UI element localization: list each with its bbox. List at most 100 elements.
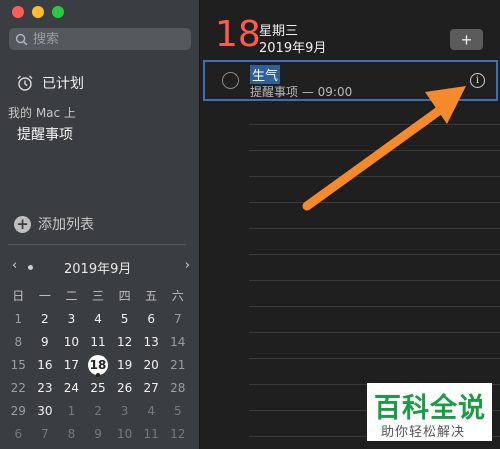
calendar-day-label: 7 xyxy=(173,311,182,326)
calendar-day[interactable]: 4 xyxy=(85,312,112,326)
calendar-day-label: 25 xyxy=(90,380,106,395)
reminder-title[interactable]: 生气 xyxy=(250,65,281,84)
weekday-header: 一 xyxy=(38,289,51,303)
calendar-day-label: 22 xyxy=(10,380,26,395)
calendar-day[interactable]: 11 xyxy=(85,335,112,349)
empty-row-line xyxy=(249,150,500,151)
calendar-day[interactable]: 13 xyxy=(138,335,165,349)
calendar-day[interactable]: 5 xyxy=(111,312,138,326)
calendar-day[interactable]: 4 xyxy=(138,404,165,418)
minimize-window-button[interactable] xyxy=(32,6,44,18)
calendar-day-label: 11 xyxy=(90,334,106,349)
empty-row-line xyxy=(249,358,500,359)
calendar-day[interactable]: 1 xyxy=(5,312,32,326)
calendar-day[interactable]: 5 xyxy=(164,404,191,418)
close-window-button[interactable] xyxy=(12,6,24,18)
calendar-day[interactable]: 15 xyxy=(5,358,32,372)
sidebar-item-reminders[interactable]: 提醒事项 xyxy=(17,124,73,144)
calendar-week-row: 22 23 24 25 26 27 28 xyxy=(5,376,191,399)
search-icon xyxy=(15,33,28,45)
calendar-week-row: 15 16 17 18 19 20 21 xyxy=(5,353,191,377)
calendar-day-label: 4 xyxy=(147,403,155,418)
calendar-day[interactable]: 23 xyxy=(32,381,59,395)
calendar-day-label: 12 xyxy=(116,334,133,349)
calendar-day-label: 3 xyxy=(67,311,76,326)
calendar-day-label: 6 xyxy=(147,311,155,326)
zoom-window-button[interactable] xyxy=(52,6,64,18)
calendar-day[interactable]: 9 xyxy=(85,427,112,441)
calendar-day[interactable]: 16 xyxy=(32,358,59,372)
calendar-day-label: 9 xyxy=(94,426,102,441)
calendar-day[interactable]: 28 xyxy=(164,381,191,395)
calendar-day[interactable]: 2 xyxy=(85,404,112,418)
calendar-day[interactable]: 18 xyxy=(85,354,112,377)
day-number: 18 xyxy=(215,14,261,55)
calendar-day-label: 4 xyxy=(94,311,102,326)
mini-calendar: 日一二三四五六 1 2 3 4 5 6 7 8 9 10 11 12 13 14 15 16 17 18 19 20 21… xyxy=(5,284,191,445)
calendar-week-row: 29 30 1 2 3 4 5 xyxy=(5,399,191,422)
sidebar-item-scheduled[interactable]: 已计划 xyxy=(16,73,84,93)
calendar-day[interactable]: 14 xyxy=(164,335,191,349)
watermark-subtitle: 助你轻松解决 xyxy=(381,425,466,440)
calendar-day[interactable]: 11 xyxy=(138,427,165,441)
calendar-day[interactable]: 21 xyxy=(164,358,191,372)
info-icon[interactable]: i xyxy=(470,73,485,88)
calendar-day[interactable]: 1 xyxy=(58,404,85,418)
calendar-day[interactable]: 26 xyxy=(111,381,138,395)
search-box[interactable] xyxy=(9,28,191,50)
search-input[interactable] xyxy=(33,31,183,47)
month-year-label: 2019年9月 xyxy=(259,41,327,56)
today-dot-icon[interactable] xyxy=(28,265,33,270)
calendar-day[interactable]: 10 xyxy=(111,427,138,441)
calendar-day[interactable]: 8 xyxy=(5,335,32,349)
calendar-day[interactable]: 12 xyxy=(111,335,138,349)
calendar-day-label: 21 xyxy=(170,357,186,372)
calendar-day[interactable]: 9 xyxy=(32,335,59,349)
complete-checkbox[interactable] xyxy=(222,72,239,89)
calendar-day[interactable]: 30 xyxy=(32,404,59,418)
weekday-header: 五 xyxy=(145,289,158,303)
calendar-day[interactable]: 12 xyxy=(164,427,191,441)
reminders-window: 已计划 我的 Mac 上 提醒事项 + 添加列表 ‹ 2019年9月 › 日一二… xyxy=(0,0,500,449)
calendar-day[interactable]: 29 xyxy=(5,404,32,418)
alarm-clock-icon xyxy=(17,75,33,91)
window-controls xyxy=(12,6,64,18)
calendar-day[interactable]: 7 xyxy=(164,312,191,326)
calendar-day-label: 7 xyxy=(41,426,49,441)
calendar-day-label: 26 xyxy=(116,380,133,395)
calendar-day-label: 10 xyxy=(116,426,133,441)
empty-row-line xyxy=(249,306,500,307)
calendar-day-label: 19 xyxy=(116,357,133,372)
calendar-day[interactable]: 22 xyxy=(5,381,32,395)
plus-circle-icon: + xyxy=(14,215,31,233)
add-reminder-button[interactable]: + xyxy=(450,29,483,50)
calendar-day[interactable]: 17 xyxy=(58,358,85,372)
calendar-day[interactable]: 3 xyxy=(111,404,138,418)
chevron-right-icon[interactable]: › xyxy=(185,258,190,273)
calendar-day[interactable]: 8 xyxy=(58,427,85,441)
calendar-day[interactable]: 10 xyxy=(58,335,85,349)
calendar-day[interactable]: 19 xyxy=(111,358,138,372)
chevron-left-icon[interactable]: ‹ xyxy=(12,258,17,273)
calendar-day-label: 8 xyxy=(67,426,76,441)
calendar-day-label: 1 xyxy=(14,311,23,326)
calendar-day[interactable]: 6 xyxy=(138,312,165,326)
calendar-day[interactable]: 7 xyxy=(32,427,59,441)
divider xyxy=(8,244,186,245)
calendar-week-row: 1 2 3 4 5 6 7 xyxy=(5,307,191,330)
calendar-week-row: 6 7 8 9 10 11 12 xyxy=(5,422,191,445)
calendar-day[interactable]: 3 xyxy=(58,312,85,326)
calendar-day[interactable]: 27 xyxy=(138,381,165,395)
calendar-day[interactable]: 24 xyxy=(58,381,85,395)
calendar-day[interactable]: 25 xyxy=(85,381,112,395)
has-reminder-dot-icon xyxy=(96,372,101,377)
calendar-day[interactable]: 2 xyxy=(32,312,59,326)
add-list-label: 添加列表 xyxy=(38,217,94,233)
sidebar-item-label: 已计划 xyxy=(42,76,84,92)
calendar-day[interactable]: 6 xyxy=(5,427,32,441)
add-list-button[interactable]: + 添加列表 xyxy=(14,214,94,234)
reminder-row[interactable]: 生气 提醒事项 — 09:00 i xyxy=(203,60,498,101)
calendar-day-label: 17 xyxy=(63,357,80,372)
calendar-day[interactable]: 20 xyxy=(138,358,165,372)
calendar-day-label: 5 xyxy=(120,311,129,326)
